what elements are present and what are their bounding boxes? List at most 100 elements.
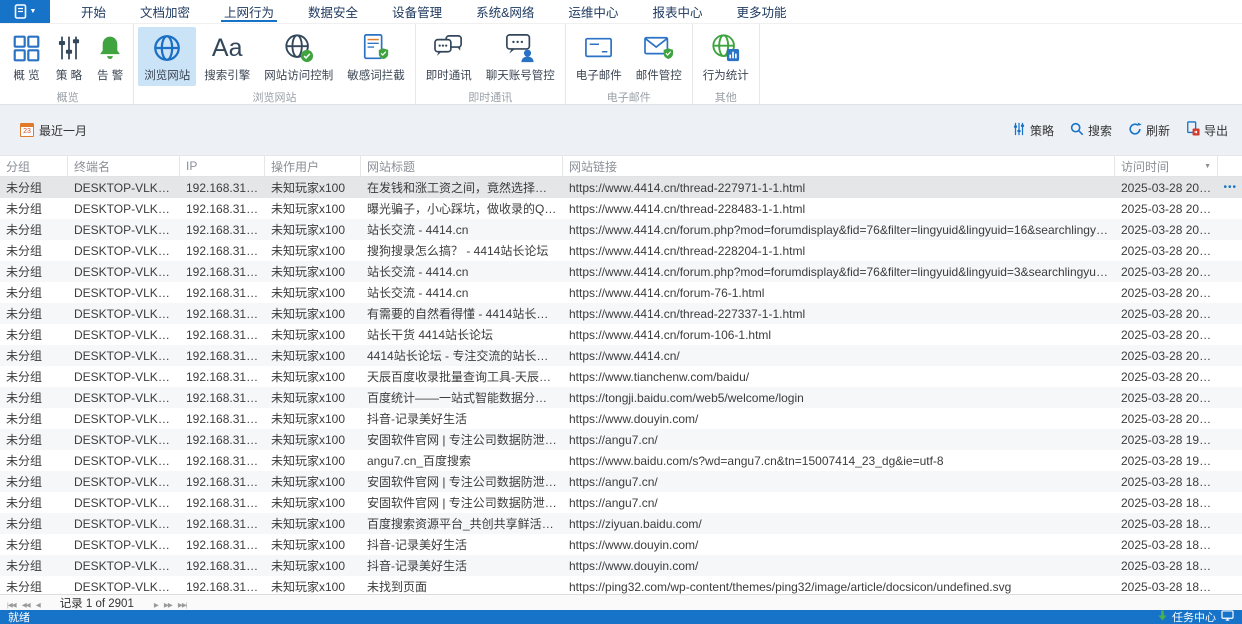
cell-url: https://www.4414.cn/forum-106-1.html: [569, 327, 772, 342]
menu-tab-6[interactable]: 运维中心: [551, 0, 635, 23]
menu-tab-5[interactable]: 系统&网络: [459, 0, 551, 23]
column-header-label: IP: [186, 159, 198, 173]
table-row[interactable]: 未分组 DESKTOP-VLKTLE1 192.168.31.27 未知玩家x100 抖…: [0, 534, 1242, 555]
menu-tab-8[interactable]: 更多功能: [719, 0, 803, 23]
ribbon-button-grid[interactable]: 概 览: [6, 27, 47, 86]
chat-icon: [433, 32, 465, 64]
ribbon-group-label: 即时通讯: [468, 92, 513, 104]
next-page-button[interactable]: ▶: [151, 602, 161, 609]
ribbon-button-mail[interactable]: 电子邮件: [570, 27, 628, 86]
next-group-button[interactable]: ▶▶: [161, 602, 175, 609]
prev-page-button[interactable]: ◀: [33, 602, 43, 609]
filter-bar: 23 最近一月 策略 搜索 刷新 导出: [0, 105, 1242, 155]
cell-terminal: DESKTOP-VLKTLE1: [74, 327, 180, 342]
table-row[interactable]: 未分组 DESKTOP-VLKTLE1 192.168.31.27 未知玩家x100 未…: [0, 576, 1242, 595]
cell-title: 未找到页面: [367, 580, 428, 594]
ribbon-button-page-shield[interactable]: 敏感词拦截: [341, 27, 411, 86]
table-row[interactable]: 未分组 DESKTOP-VLKTLE1 192.168.31.27 未知玩家x100 百…: [0, 513, 1242, 534]
table-row[interactable]: 未分组 DESKTOP-VLKTLE1 192.168.31.27 未知玩家x100 安…: [0, 429, 1242, 450]
prev-group-button[interactable]: ◀◀: [19, 602, 33, 609]
table-row[interactable]: 未分组 DESKTOP-VLKTLE1 192.168.31.27 未知玩家x100 搜…: [0, 240, 1242, 261]
cell-terminal: DESKTOP-VLKTLE1: [74, 348, 180, 363]
ribbon-button-chat[interactable]: 即时通讯: [420, 27, 478, 86]
column-header-time[interactable]: 访问时间 ▼: [1115, 156, 1218, 176]
grid-icon: [12, 32, 41, 64]
cell-group: 未分组: [6, 370, 43, 384]
cell-ip: 192.168.31.27: [186, 432, 263, 447]
toolbar-search-button[interactable]: 搜索: [1070, 122, 1112, 139]
ribbon-button-bell[interactable]: 告 警: [91, 27, 129, 86]
column-header-terminal[interactable]: 终端名: [68, 156, 180, 176]
cell-user: 未知玩家x100: [271, 496, 346, 510]
table-row[interactable]: 未分组 DESKTOP-VLKTLE1 192.168.31.27 未知玩家x100 站…: [0, 261, 1242, 282]
task-center-button[interactable]: 任务中心: [1158, 609, 1234, 624]
last-page-button[interactable]: ▶▶|: [175, 602, 190, 609]
ribbon-group-label: 电子邮件: [606, 92, 651, 104]
filter-caret-icon[interactable]: ▼: [1200, 163, 1211, 170]
record-count-text: 记录 1 of 2901: [59, 597, 134, 610]
table-row[interactable]: 未分组 DESKTOP-VLKTLE1 192.168.31.27 未知玩家x100 站…: [0, 219, 1242, 240]
ribbon-button-label: 行为统计: [702, 70, 749, 82]
cell-terminal: DESKTOP-VLKTLE1: [74, 579, 180, 594]
menu-tab-4[interactable]: 设备管理: [375, 0, 459, 23]
menu-tab-0[interactable]: 开始: [64, 0, 123, 23]
column-header-group[interactable]: 分组: [0, 156, 68, 176]
column-header-url[interactable]: 网站链接: [563, 156, 1115, 176]
app-menu-button[interactable]: ▼: [0, 0, 50, 23]
ribbon-button-globe-chart[interactable]: 行为统计: [697, 27, 755, 86]
table-row[interactable]: 未分组 DESKTOP-VLKTLE1 192.168.31.27 未知玩家x100 百…: [0, 387, 1242, 408]
date-range-filter[interactable]: 23 最近一月: [20, 122, 87, 139]
table-row[interactable]: 未分组 DESKTOP-VLKTLE1 192.168.31.27 未知玩家x100 抖…: [0, 408, 1242, 429]
column-header-label: 网站标题: [367, 159, 416, 174]
ribbon-button-mail-shield[interactable]: 邮件管控: [630, 27, 688, 86]
cell-group: 未分组: [6, 265, 43, 279]
toolbar-refresh-button[interactable]: 刷新: [1128, 121, 1170, 139]
table-row[interactable]: 未分组 DESKTOP-VLKTLE1 192.168.31.27 未知玩家x100 4…: [0, 345, 1242, 366]
table-row[interactable]: 未分组 DESKTOP-VLKTLE1 192.168.31.27 未知玩家x100 曝…: [0, 198, 1242, 219]
globe-check-icon: [284, 32, 314, 64]
cell-ip: 192.168.31.27: [186, 390, 263, 405]
row-more-actions-button[interactable]: •••: [1223, 177, 1237, 198]
cell-time: 2025-03-28 18:30:30: [1121, 579, 1218, 594]
table-row[interactable]: 未分组 DESKTOP-VLKTLE1 192.168.31.27 未知玩家x100 a…: [0, 450, 1242, 471]
ribbon: 概 览策 略告 警概览 浏览网站 Aa 搜索引擎 网站访问控制 敏感词拦截 浏览网站 即时通讯…: [0, 24, 1242, 105]
table-row[interactable]: 未分组 DESKTOP-VLKTLE1 192.168.31.27 未知玩家x100 在…: [0, 177, 1242, 198]
column-header-user[interactable]: 操作用户: [265, 156, 361, 176]
ribbon-button-chat-user[interactable]: 聊天账号管控: [480, 27, 561, 86]
ribbon-button-sliders[interactable]: 策 略: [49, 27, 89, 86]
cell-ip: 192.168.31.27: [186, 558, 263, 573]
column-header-title[interactable]: 网站标题: [361, 156, 563, 176]
export-icon: [1186, 121, 1200, 139]
cell-ip: 192.168.31.27: [186, 516, 263, 531]
table-row[interactable]: 未分组 DESKTOP-VLKTLE1 192.168.31.27 未知玩家x100 站…: [0, 282, 1242, 303]
column-header-ip[interactable]: IP: [180, 156, 265, 176]
table-row[interactable]: 未分组 DESKTOP-VLKTLE1 192.168.31.27 未知玩家x100 有…: [0, 303, 1242, 324]
menu-tab-1[interactable]: 文档加密: [123, 0, 207, 23]
ribbon-button-aa[interactable]: Aa 搜索引擎: [198, 27, 256, 86]
first-page-button[interactable]: |◀◀: [4, 602, 19, 609]
cell-url: https://www.douyin.com/: [569, 558, 699, 573]
ribbon-button-globe-check[interactable]: 网站访问控制: [258, 27, 339, 86]
cell-terminal: DESKTOP-VLKTLE1: [74, 474, 180, 489]
table-row[interactable]: 未分组 DESKTOP-VLKTLE1 192.168.31.27 未知玩家x100 安…: [0, 492, 1242, 513]
toolbar-export-button[interactable]: 导出: [1186, 121, 1228, 139]
table-row[interactable]: 未分组 DESKTOP-VLKTLE1 192.168.31.27 未知玩家x100 天…: [0, 366, 1242, 387]
table-row[interactable]: 未分组 DESKTOP-VLKTLE1 192.168.31.27 未知玩家x100 站…: [0, 324, 1242, 345]
menu-tab-2[interactable]: 上网行为: [207, 0, 291, 23]
globe-chart-icon: [711, 32, 741, 64]
cell-title: 站长干货 4414站长论坛: [367, 328, 494, 342]
cell-url: https://www.4414.cn/: [569, 348, 680, 363]
cell-user: 未知玩家x100: [271, 412, 346, 426]
cell-ip: 192.168.31.27: [186, 222, 263, 237]
cell-time: 2025-03-28 20:02:58: [1121, 180, 1218, 195]
toolbar-sliders-button[interactable]: 策略: [1012, 122, 1054, 139]
menu-tab-3[interactable]: 数据安全: [291, 0, 375, 23]
table-row[interactable]: 未分组 DESKTOP-VLKTLE1 192.168.31.27 未知玩家x100 安…: [0, 471, 1242, 492]
cell-url: https://angu7.cn/: [569, 432, 658, 447]
cell-user: 未知玩家x100: [271, 517, 346, 531]
menu-tab-7[interactable]: 报表中心: [635, 0, 719, 23]
table-row[interactable]: 未分组 DESKTOP-VLKTLE1 192.168.31.27 未知玩家x100 抖…: [0, 555, 1242, 576]
cell-url: https://www.4414.cn/thread-227971-1-1.ht…: [569, 180, 806, 195]
ribbon-button-globe[interactable]: 浏览网站: [138, 27, 197, 86]
sliders-icon: [55, 32, 83, 64]
